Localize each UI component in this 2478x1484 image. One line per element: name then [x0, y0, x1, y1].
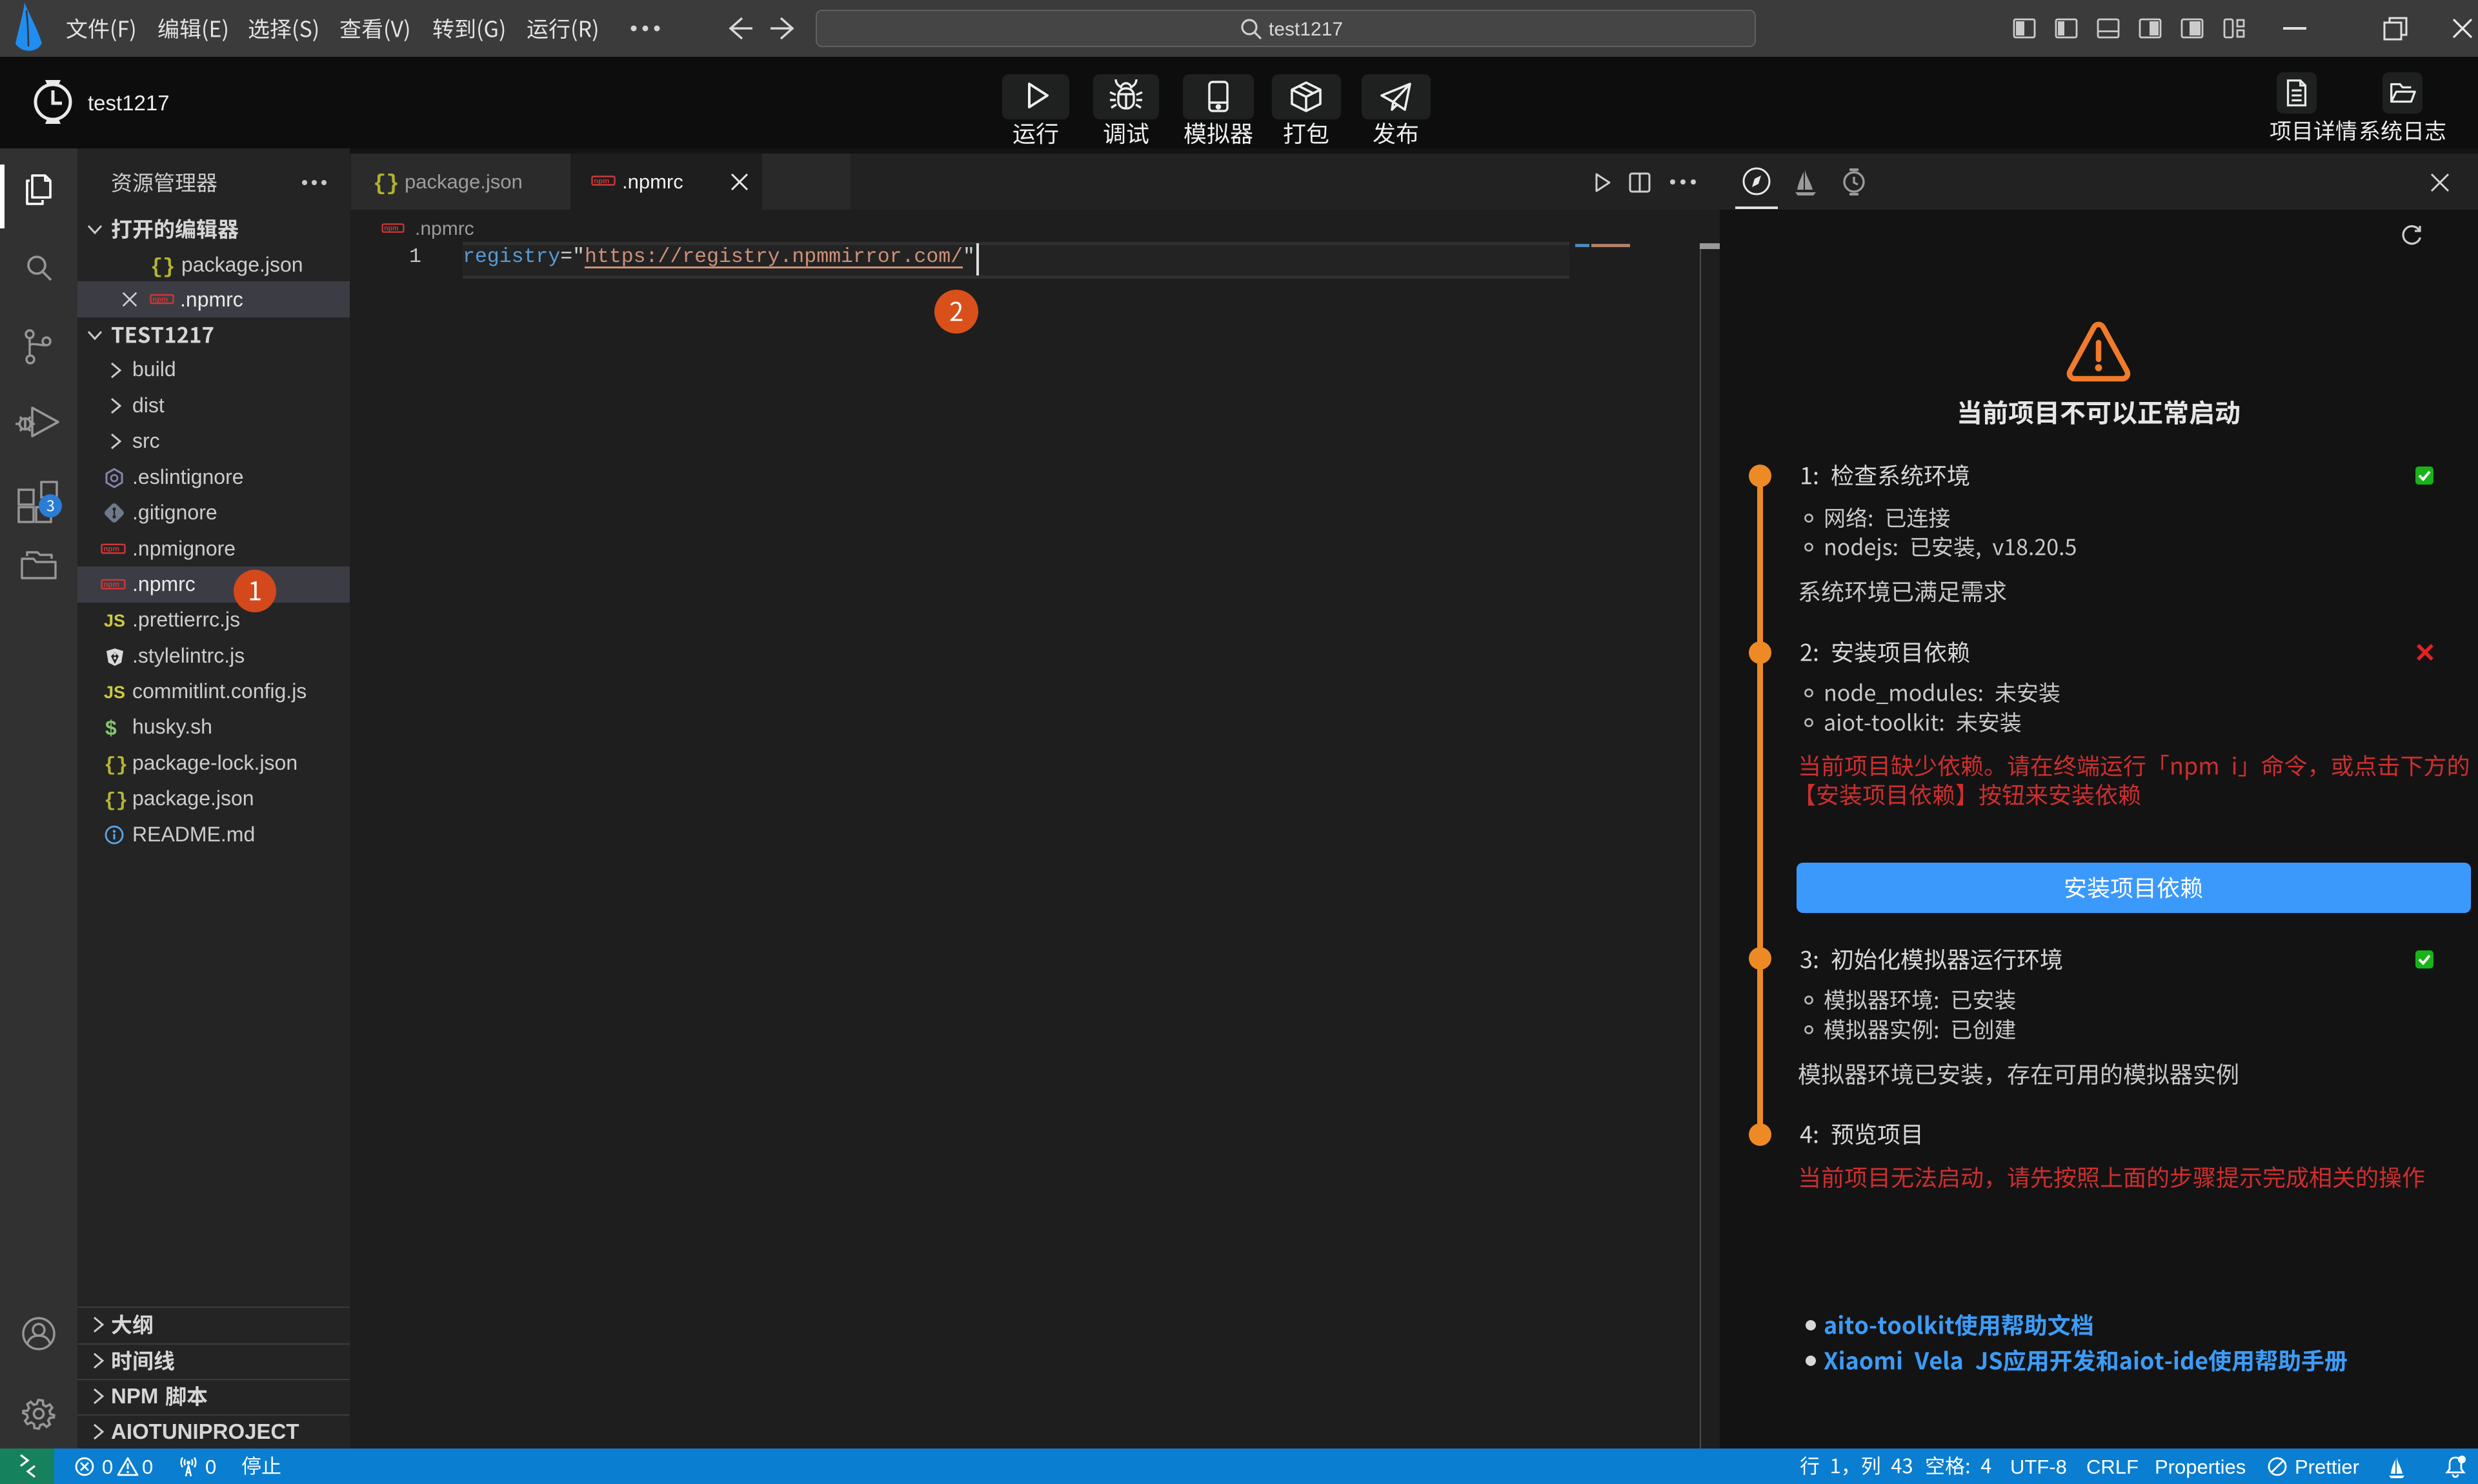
svg-text:npm: npm: [152, 296, 168, 303]
svg-text:JS: JS: [104, 611, 125, 630]
svg-text:$: $: [105, 716, 117, 739]
svg-text:npm: npm: [594, 177, 609, 185]
svg-text:npm: npm: [384, 225, 399, 232]
svg-text:{}: {}: [104, 790, 128, 812]
svg-text:npm: npm: [103, 545, 119, 553]
svg-text:npm: npm: [103, 581, 119, 589]
svg-text:JS: JS: [104, 683, 125, 702]
svg-text:{}: {}: [373, 172, 399, 197]
svg-text:{}: {}: [104, 754, 128, 777]
svg-text:{}: {}: [150, 256, 175, 279]
